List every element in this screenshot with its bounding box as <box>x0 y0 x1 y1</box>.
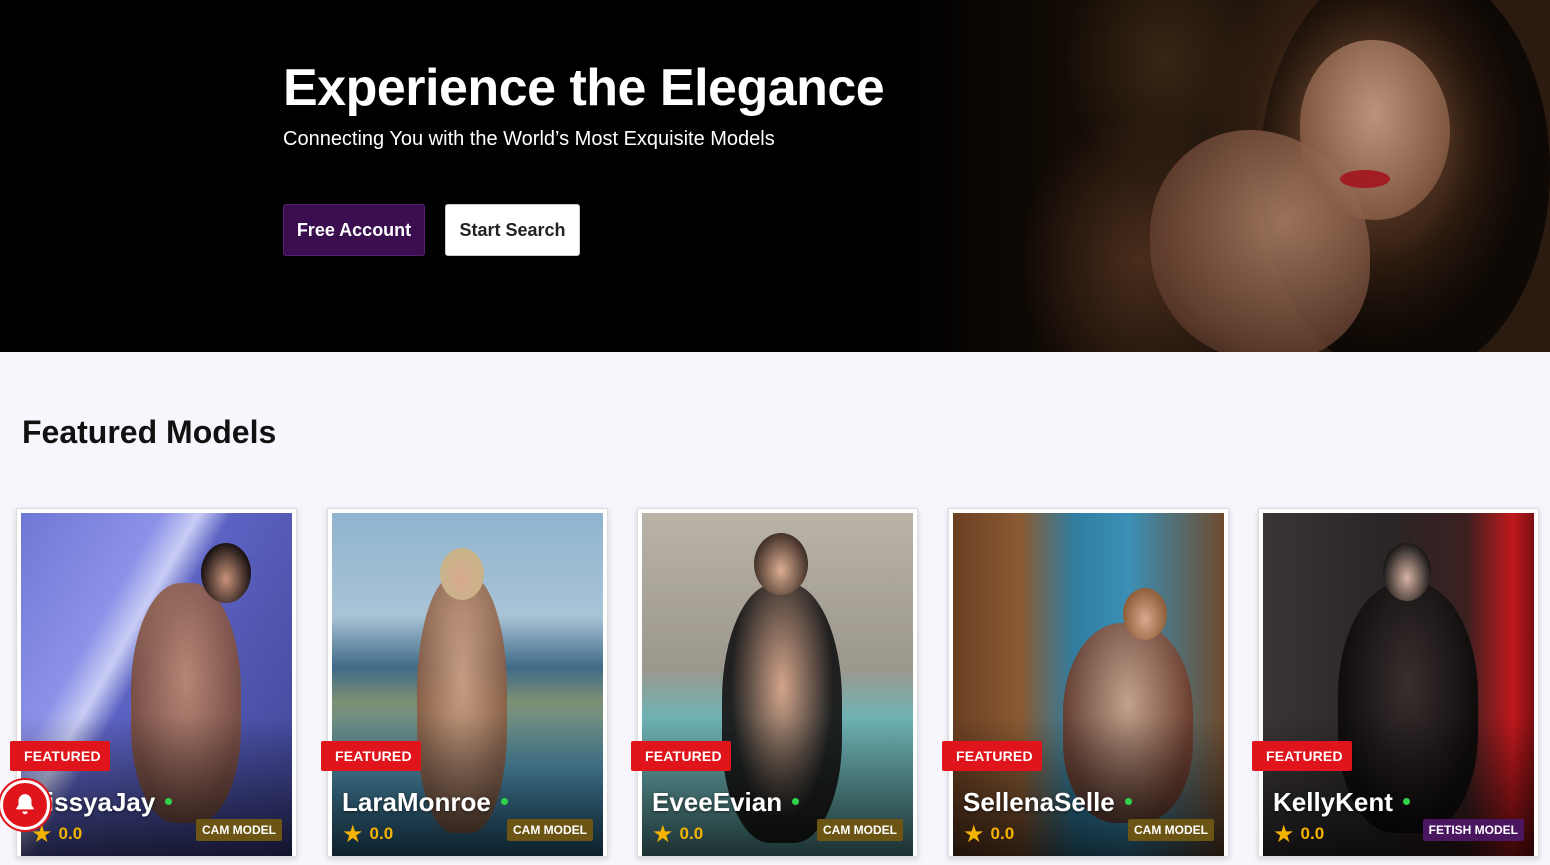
featured-badge: FEATURED <box>1252 741 1352 771</box>
online-dot-icon <box>165 797 173 805</box>
model-rating: ★ 0.0 <box>963 820 1015 848</box>
star-icon: ★ <box>963 820 985 848</box>
model-name[interactable]: nissyaJay <box>31 787 173 818</box>
star-icon: ★ <box>1273 820 1295 848</box>
free-account-button[interactable]: Free Account <box>283 204 425 256</box>
model-card[interactable]: FEATURED SellenaSelle ★ 0.0 CAM MODEL <box>942 508 1229 857</box>
start-search-button[interactable]: Start Search <box>445 204 580 256</box>
star-icon: ★ <box>342 820 364 848</box>
featured-badge: FEATURED <box>10 741 110 771</box>
model-name[interactable]: EveeEvian <box>652 787 800 818</box>
model-name[interactable]: SellenaSelle <box>963 787 1132 818</box>
model-card[interactable]: FEATURED KellyKent ★ 0.0 FETISH MODEL <box>1252 508 1539 857</box>
featured-badge: FEATURED <box>321 741 421 771</box>
bell-icon <box>16 794 34 815</box>
model-type-badge: CAM MODEL <box>817 819 903 841</box>
hero-image <box>900 0 1550 352</box>
featured-badge: FEATURED <box>631 741 731 771</box>
model-rating: ★ 0.0 <box>342 820 394 848</box>
model-type-badge: CAM MODEL <box>1128 819 1214 841</box>
hero-banner: Experience the Elegance Connecting You w… <box>0 0 1550 352</box>
model-rating: ★ 0.0 <box>1273 820 1325 848</box>
model-name[interactable]: LaraMonroe <box>342 787 508 818</box>
star-icon: ★ <box>652 820 674 848</box>
notification-bell-button[interactable] <box>0 780 50 830</box>
featured-badge: FEATURED <box>942 741 1042 771</box>
model-rating: ★ 0.0 <box>652 820 704 848</box>
model-name[interactable]: KellyKent <box>1273 787 1410 818</box>
online-dot-icon <box>1124 797 1132 805</box>
hero-title: Experience the Elegance <box>283 59 885 117</box>
model-type-badge: CAM MODEL <box>507 819 593 841</box>
model-card[interactable]: FEATURED LaraMonroe ★ 0.0 CAM MODEL <box>321 508 608 857</box>
featured-models-heading: Featured Models <box>22 414 277 450</box>
model-card[interactable]: FEATURED nissyaJay ★ 0.0 CAM MODEL <box>10 508 297 857</box>
model-type-badge: FETISH MODEL <box>1422 819 1524 841</box>
online-dot-icon <box>792 797 800 805</box>
online-dot-icon <box>1402 797 1410 805</box>
model-card[interactable]: FEATURED EveeEvian ★ 0.0 CAM MODEL <box>631 508 918 857</box>
hero-subtitle: Connecting You with the World’s Most Exq… <box>283 128 775 150</box>
model-type-badge: CAM MODEL <box>196 819 282 841</box>
online-dot-icon <box>500 797 508 805</box>
